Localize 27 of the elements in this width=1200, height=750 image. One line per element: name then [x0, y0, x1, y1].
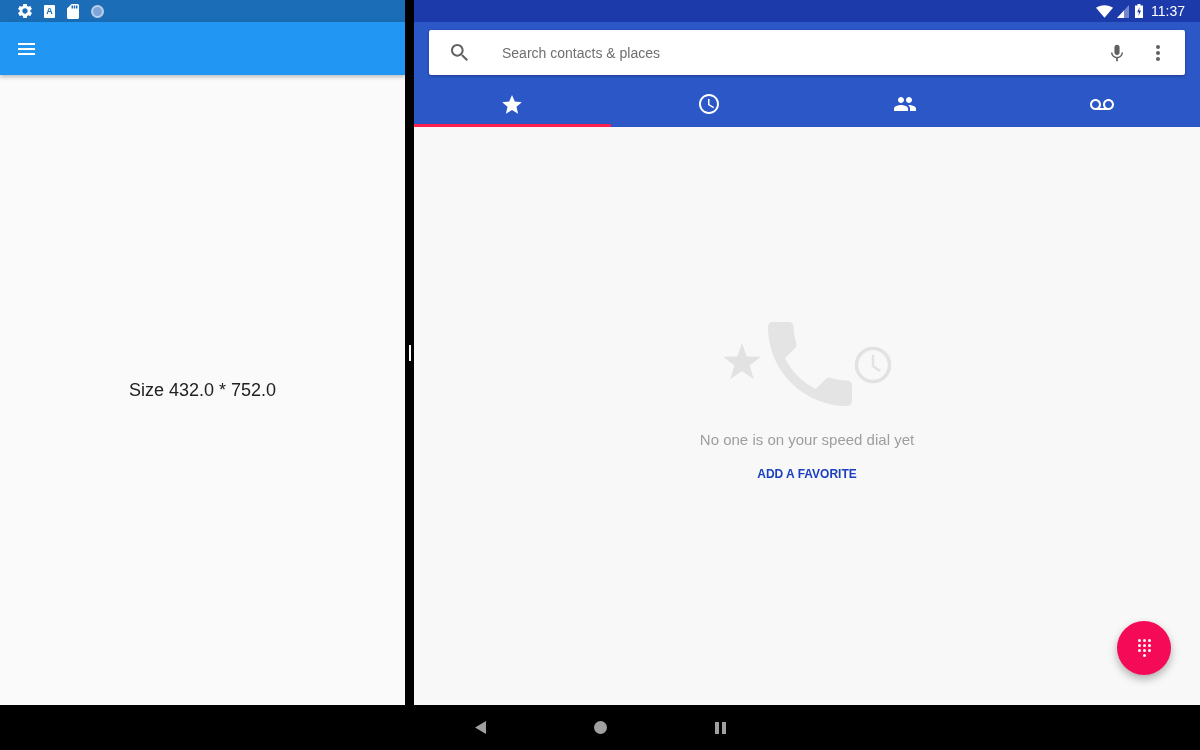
- add-favorite-button[interactable]: ADD A FAVORITE: [749, 458, 865, 490]
- star-icon: [502, 94, 523, 114]
- home-icon[interactable]: [593, 721, 607, 734]
- people-icon: [894, 97, 917, 111]
- search-bar[interactable]: Search contacts & places: [429, 30, 1185, 75]
- search-icon[interactable]: [451, 44, 468, 61]
- app-icon: A: [44, 4, 55, 18]
- circle-icon: [91, 4, 104, 18]
- back-icon[interactable]: [474, 721, 486, 734]
- battery-charging-icon: [1135, 4, 1143, 18]
- dialpad-icon: [1137, 639, 1151, 657]
- signal-icon: [1117, 4, 1129, 18]
- empty-state-message: No one is on your speed dial yet: [699, 431, 915, 449]
- clock-icon: [698, 94, 719, 114]
- sd-card-icon: [67, 3, 79, 19]
- menu-icon[interactable]: [18, 42, 35, 55]
- more-options-icon[interactable]: [1156, 44, 1160, 61]
- voicemail-icon: [1089, 98, 1114, 110]
- split-handle[interactable]: [408, 344, 411, 361]
- wifi-icon: [1096, 4, 1113, 18]
- search-field[interactable]: Search contacts & places: [502, 42, 1091, 63]
- clock-time: 11:37: [1151, 3, 1185, 19]
- dialpad-button[interactable]: [1117, 621, 1171, 675]
- split-screen-icon[interactable]: [714, 721, 726, 734]
- settings-icon: [18, 4, 32, 18]
- mic-icon[interactable]: [1111, 43, 1123, 62]
- size-text: Size 432.0 * 752.0: [128, 379, 277, 401]
